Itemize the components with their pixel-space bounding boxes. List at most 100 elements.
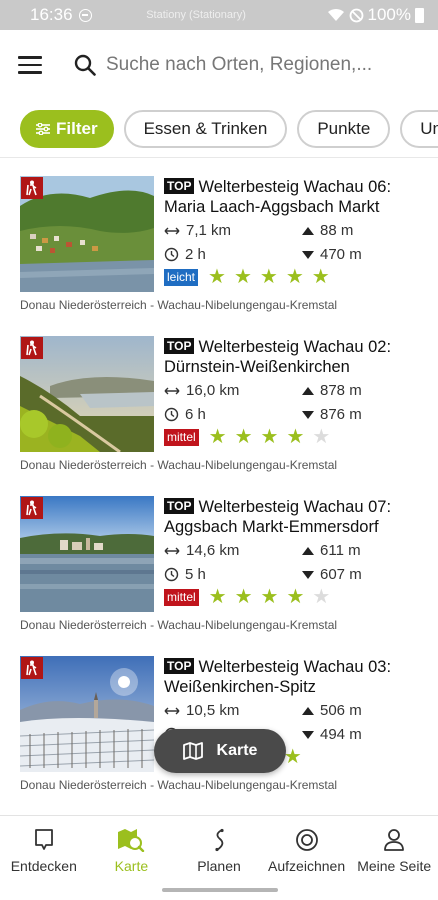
tour-distance: 16,0 km bbox=[186, 382, 240, 399]
filter-icon bbox=[36, 122, 50, 135]
chip-unterkunft[interactable]: Un bbox=[400, 109, 438, 148]
tour-title: TOP Welterbesteig Wachau 02: Dürnstein-We… bbox=[164, 337, 428, 377]
tour-rating: mittel ★ ★ ★ ★ ★ bbox=[164, 587, 428, 607]
battery-percent: 100% bbox=[367, 5, 411, 24]
tour-title-text: Welterbesteig Wachau 07: Aggsbach Markt-… bbox=[164, 498, 392, 536]
descent-icon bbox=[302, 410, 314, 419]
nav-label: Karte bbox=[114, 858, 149, 874]
chip-punkte[interactable]: Punkte bbox=[297, 109, 391, 148]
tour-ascent: 88 m bbox=[320, 222, 354, 239]
tour-image bbox=[20, 176, 154, 292]
filter-button[interactable]: Filter bbox=[20, 109, 114, 148]
tour-rating: mittel ★ ★ ★ ★ ★ bbox=[164, 427, 428, 447]
ascent-icon bbox=[302, 546, 314, 555]
top-badge: TOP bbox=[164, 178, 195, 194]
ascent-icon bbox=[302, 706, 314, 715]
tour-item[interactable]: TOP Welterbesteig Wachau 02: Dürnstein-We… bbox=[0, 320, 438, 480]
star-icon: ★ bbox=[234, 426, 253, 448]
tour-duration: 6 h bbox=[185, 406, 206, 423]
difficulty-badge: mittel bbox=[164, 428, 199, 446]
status-time: 16:36 bbox=[30, 5, 73, 24]
chip-label: Essen & Trinken bbox=[143, 118, 268, 138]
star-icon: ★ bbox=[286, 586, 305, 608]
nav-entdecken[interactable]: Entdecken bbox=[0, 816, 88, 900]
distance-icon bbox=[164, 387, 180, 394]
star-icon: ★ bbox=[208, 266, 226, 288]
star-icon: ★ bbox=[259, 266, 278, 288]
tour-item[interactable]: TOP Welterbesteig Wachau 07: Aggsbach Mar… bbox=[0, 480, 438, 640]
profile-icon bbox=[384, 829, 405, 851]
wifi-icon bbox=[327, 8, 344, 21]
tour-descent: 607 m bbox=[320, 566, 362, 583]
chip-essen-trinken[interactable]: Essen & Trinken bbox=[123, 109, 288, 148]
filter-label: Filter bbox=[56, 118, 98, 138]
tour-distance: 7,1 km bbox=[186, 222, 232, 239]
hiking-icon bbox=[21, 177, 43, 199]
tour-stats: 7,1 km 88 m 2 h 470 m bbox=[164, 220, 428, 265]
descent-icon bbox=[302, 730, 314, 739]
tour-stats: 16,0 km 878 m 6 h 876 m bbox=[164, 380, 428, 425]
menu-icon[interactable] bbox=[18, 56, 42, 74]
tour-title-text: Welterbesteig Wachau 06: Maria Laach-Agg… bbox=[164, 178, 392, 216]
tour-info: TOP Welterbesteig Wachau 06: Maria Laach-… bbox=[164, 177, 428, 287]
tour-region: Donau Niederösterreich - Wachau-Nibelung… bbox=[20, 458, 338, 472]
status-notification: Stationy (Stationary) bbox=[146, 9, 246, 21]
tour-descent: 876 m bbox=[320, 406, 362, 423]
star-empty-icon: ★ bbox=[312, 586, 331, 608]
tour-distance: 14,6 km bbox=[186, 542, 240, 559]
star-icon: ★ bbox=[260, 426, 279, 448]
difficulty-badge: leicht bbox=[164, 268, 199, 286]
star-icon: ★ bbox=[233, 266, 252, 288]
tour-image bbox=[20, 336, 154, 452]
tour-duration: 2 h bbox=[185, 246, 206, 263]
tour-region: Donau Niederösterreich - Wachau-Nibelung… bbox=[20, 618, 338, 632]
map-view-button[interactable]: Karte bbox=[154, 729, 286, 773]
home-indicator[interactable] bbox=[162, 888, 278, 892]
nav-label: Meine Seite bbox=[357, 858, 432, 874]
tour-image bbox=[20, 656, 154, 772]
duration-icon bbox=[164, 247, 179, 262]
distance-icon bbox=[164, 707, 180, 714]
nav-label: Aufzeichnen bbox=[268, 858, 346, 874]
tour-image bbox=[20, 496, 154, 612]
star-icon: ★ bbox=[285, 266, 304, 288]
distance-icon bbox=[164, 227, 180, 234]
explore-icon bbox=[34, 829, 53, 850]
star-icon: ★ bbox=[311, 266, 330, 288]
tour-ascent: 611 m bbox=[320, 542, 361, 559]
chip-label: Un bbox=[420, 118, 438, 138]
dnd-icon bbox=[78, 8, 92, 22]
tour-title-text: Welterbesteig Wachau 03: Weißenkirchen-S… bbox=[164, 658, 392, 696]
map-icon bbox=[182, 742, 203, 760]
nav-meine-seite[interactable]: Meine Seite bbox=[350, 816, 438, 900]
tour-ascent: 506 m bbox=[320, 702, 362, 719]
status-bar: 16:36 Stationy (Stationary) 100% bbox=[0, 0, 438, 30]
search-icon bbox=[74, 54, 96, 76]
top-badge: TOP bbox=[164, 498, 195, 514]
duration-icon bbox=[164, 407, 179, 422]
tour-descent: 494 m bbox=[320, 726, 362, 743]
tour-distance: 10,5 km bbox=[186, 702, 240, 719]
tour-region: Donau Niederösterreich - Wachau-Nibelung… bbox=[20, 298, 338, 312]
battery-icon bbox=[415, 7, 424, 23]
ascent-icon bbox=[302, 386, 314, 395]
tour-item[interactable]: TOP Welterbesteig Wachau 06: Maria Laach-… bbox=[0, 160, 438, 320]
star-icon: ★ bbox=[286, 426, 305, 448]
top-badge: TOP bbox=[164, 658, 195, 674]
status-right: 100% bbox=[327, 5, 424, 25]
dnd-icon-2 bbox=[349, 8, 363, 22]
star-empty-icon: ★ bbox=[312, 426, 331, 448]
star-icon: ★ bbox=[283, 746, 302, 768]
chip-label: Punkte bbox=[317, 118, 371, 138]
search-input[interactable] bbox=[106, 54, 420, 76]
tour-item[interactable]: TOP Welterbesteig Wachau 03: Weißenkirche… bbox=[0, 640, 438, 800]
map-icon bbox=[118, 829, 145, 852]
star-icon: ★ bbox=[208, 586, 227, 608]
duration-icon bbox=[164, 567, 179, 582]
tour-ascent: 878 m bbox=[320, 382, 362, 399]
hiking-icon bbox=[21, 337, 43, 359]
tour-title-text: Welterbesteig Wachau 02: Dürnstein-Weiße… bbox=[164, 338, 392, 376]
tour-descent: 470 m bbox=[320, 246, 362, 263]
star-icon: ★ bbox=[260, 586, 279, 608]
tour-list: TOP Welterbesteig Wachau 06: Maria Laach-… bbox=[0, 160, 438, 800]
